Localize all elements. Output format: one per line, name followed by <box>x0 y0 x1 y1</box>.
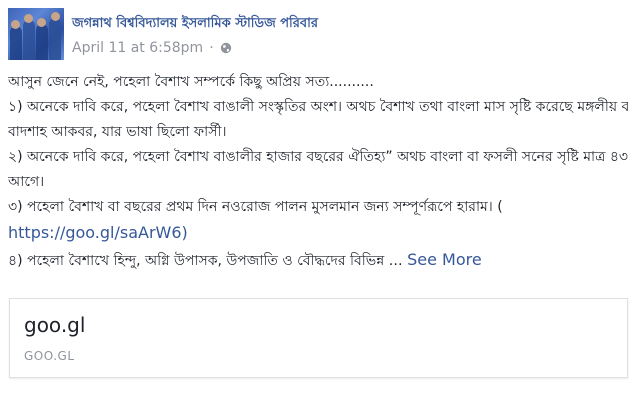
post-meta: April 11 at 6:58pm · <box>72 40 232 56</box>
shortlink[interactable]: https://goo.gl/saArW6) <box>8 223 188 242</box>
post-line: ৪) পহেলা বৈশাখে হিন্দু, অগ্নি উপাসক, উপজ… <box>8 253 403 269</box>
link-card-title[interactable]: goo.gl <box>24 313 85 337</box>
meta-separator: · <box>209 40 214 56</box>
page-name-link[interactable]: জগন্নাথ বিশ্ববিদ্যালয় ইসলামিক স্টাডিজ প… <box>72 14 318 35</box>
see-more-link[interactable]: See More <box>407 250 482 269</box>
page-avatar[interactable] <box>8 8 64 60</box>
post-line: বাদশাহ আকবর, যার ভাষা ছিলো ফার্সী। <box>8 124 227 140</box>
post-header: জগন্নাথ বিশ্ববিদ্যালয় ইসলামিক স্টাডিজ প… <box>8 6 628 60</box>
post-line: আগে। <box>8 174 45 190</box>
post-body: আসুন জেনে নেই, পহেলা বৈশাখ সম্পর্কে কিছু… <box>8 70 628 274</box>
post-link-line: https://goo.gl/saArW6) <box>8 220 628 247</box>
post-line: আসুন জেনে নেই, পহেলা বৈশাখ সম্পর্কে কিছু… <box>8 74 374 90</box>
post-line: ২) অনেকে দাবি করে, পহেলা বৈশাখ বাঙালীর হ… <box>8 149 628 165</box>
post-line-truncated: ৪) পহেলা বৈশাখে হিন্দু, অগ্নি উপাসক, উপজ… <box>8 247 628 274</box>
link-preview-card[interactable]: goo.gl GOO.GL <box>9 298 628 378</box>
post-line: ৩) পহেলা বৈশাখ বা বছরের প্রথম দিন নওরোজ … <box>8 199 503 215</box>
post-timestamp[interactable]: April 11 at 6:58pm <box>72 40 203 56</box>
post-line: ১) অনেকে দাবি করে, পহেলা বৈশাখ বাঙালী সং… <box>8 99 628 115</box>
link-card-domain: GOO.GL <box>24 349 75 363</box>
globe-icon[interactable] <box>220 42 232 54</box>
